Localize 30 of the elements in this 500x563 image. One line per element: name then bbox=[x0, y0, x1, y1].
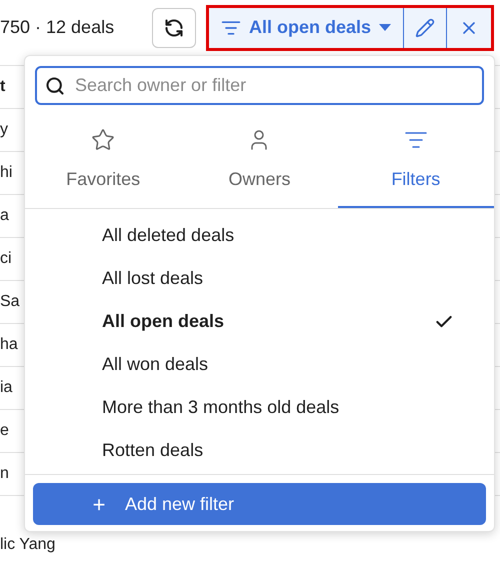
filter-option[interactable]: More than 3 months old deals bbox=[25, 386, 494, 429]
refresh-button[interactable] bbox=[152, 8, 196, 48]
deal-summary: 750 · 12 deals bbox=[0, 16, 116, 39]
table-cell-text: Sa bbox=[0, 292, 20, 312]
add-filter-button[interactable]: + Add new filter bbox=[33, 483, 486, 525]
tab[interactable]: Owners bbox=[181, 115, 338, 208]
table-cell: lic Yang bbox=[0, 536, 56, 554]
refresh-icon bbox=[164, 18, 184, 38]
table-cell-text: e bbox=[0, 421, 9, 441]
table-cell-text: hi bbox=[0, 163, 12, 183]
filter-select[interactable]: All open deals bbox=[209, 8, 404, 48]
table-cell-text: ha bbox=[0, 335, 18, 355]
filter-option[interactable]: All lost deals bbox=[25, 257, 494, 300]
tab[interactable]: Favorites bbox=[25, 115, 182, 208]
edit-icon bbox=[415, 18, 436, 38]
table-cell-text: a bbox=[0, 206, 9, 226]
tab[interactable]: Filters bbox=[338, 115, 494, 208]
table-cell-text: ia bbox=[0, 378, 12, 398]
caret-icon bbox=[379, 24, 392, 32]
filter-option[interactable]: All deleted deals bbox=[25, 214, 494, 257]
column-header: t bbox=[0, 77, 6, 97]
filter-option[interactable]: All open deals bbox=[25, 300, 494, 343]
star-icon bbox=[91, 128, 116, 152]
table-cell-text: ci bbox=[0, 249, 12, 269]
table-cell-text: y bbox=[0, 120, 8, 140]
filter-option[interactable]: Rotten deals bbox=[25, 429, 494, 472]
search-field[interactable]: Search owner or filter bbox=[35, 66, 484, 105]
table-cell-text: n bbox=[0, 464, 9, 484]
filter-option[interactable]: All won deals bbox=[25, 343, 494, 386]
search-icon bbox=[45, 76, 65, 96]
